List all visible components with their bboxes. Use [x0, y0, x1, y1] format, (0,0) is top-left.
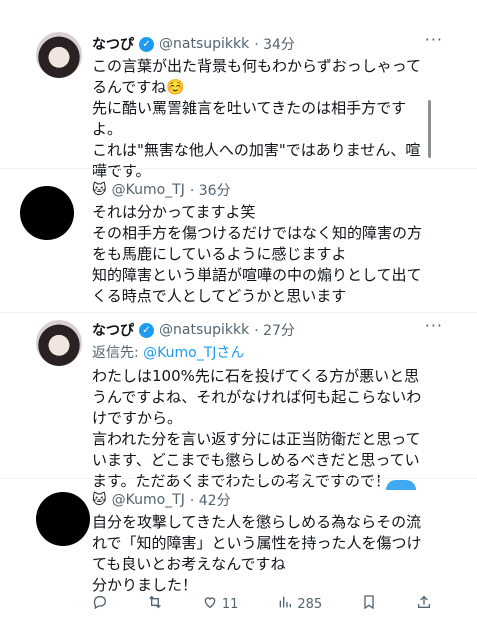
view-count: 285 [297, 596, 323, 612]
cat-face-icon: 🐱 [92, 182, 107, 198]
divider [0, 478, 477, 479]
display-name[interactable]: なつぴ [92, 320, 134, 340]
bookmark-icon [361, 594, 377, 614]
reply-icon [92, 594, 108, 614]
retweet-button[interactable] [147, 594, 163, 614]
more-options-icon[interactable]: ··· [425, 316, 443, 335]
tweet-header: 🐱 @Kumo_TJ · 42分 [92, 490, 231, 510]
timestamp[interactable]: · 34分 [254, 34, 295, 54]
verified-badge-icon: ✓ [139, 36, 154, 52]
divider [0, 312, 477, 313]
share-icon [416, 594, 432, 614]
handle[interactable]: @natsupikkk [159, 36, 249, 52]
retweet-icon [147, 594, 163, 614]
handle[interactable]: @natsupikkk [159, 322, 249, 338]
avatar[interactable] [20, 186, 74, 240]
handle[interactable]: @Kumo_TJ [112, 182, 185, 198]
verified-badge-icon: ✓ [139, 322, 154, 338]
handle[interactable]: @Kumo_TJ [112, 492, 185, 508]
more-options-icon[interactable]: ··· [425, 30, 443, 49]
share-button[interactable] [416, 594, 432, 614]
scrollbar[interactable] [428, 100, 431, 158]
timestamp[interactable]: · 27分 [254, 320, 295, 340]
timestamp[interactable]: · 36分 [190, 180, 231, 200]
heart-icon [202, 594, 218, 614]
tweet-text: 自分を攻撃してきた人を懲らしめる為ならその流れで「知的障害」という属性を持った人… [92, 513, 422, 594]
reply-prefix: 返信先: [92, 345, 144, 361]
reply-button[interactable] [92, 594, 108, 614]
views-button[interactable]: 285 [277, 594, 322, 614]
bookmark-button[interactable] [361, 594, 377, 614]
avatar[interactable] [36, 320, 82, 366]
analytics-icon [277, 594, 293, 614]
display-name[interactable]: なつぴ [92, 34, 134, 54]
like-button[interactable]: 11 [202, 594, 239, 614]
tweet-header: 🐱 @Kumo_TJ · 36分 [92, 180, 231, 200]
tweet-text: この言葉が出た背景も何もわからずおっしゃってるんですね☺️ 先に酷い罵詈雑言を吐… [92, 57, 421, 180]
tweet-header: なつぴ ✓ @natsupikkk · 27分 [92, 320, 295, 340]
reply-context: 返信先: @Kumo_TJさん [92, 342, 244, 362]
avatar[interactable] [36, 32, 82, 78]
tweet-text: わたしは100%先に石を投げてくる方が悪いと思うんですよね、それがなければ何も起… [92, 367, 422, 490]
reply-to-link[interactable]: @Kumo_TJさん [143, 345, 244, 361]
tweet-actions: 11 285 [92, 594, 432, 614]
timestamp[interactable]: · 42分 [190, 490, 231, 510]
like-count: 11 [221, 596, 239, 612]
avatar[interactable] [36, 492, 90, 546]
divider [0, 168, 477, 169]
compose-button[interactable] [386, 480, 416, 490]
tweet-header: なつぴ ✓ @natsupikkk · 34分 [92, 34, 295, 54]
cat-face-icon: 🐱 [92, 492, 107, 508]
tweet-text: それは分かってますよ笑 その相手方を傷つけるだけではなく知的障害の方をも馬鹿にし… [92, 203, 423, 305]
